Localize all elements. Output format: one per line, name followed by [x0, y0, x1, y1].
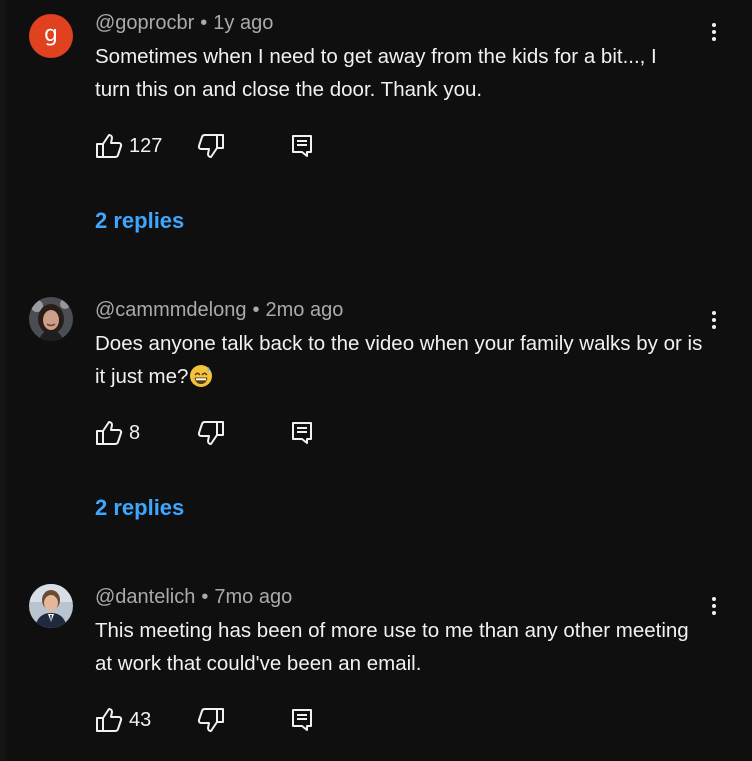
more-vert-icon[interactable] — [702, 594, 726, 622]
view-replies-button[interactable]: 2 replies — [95, 495, 184, 521]
comments-panel: g @goprocbr • 1y ago Sometimes when I need… — [0, 0, 752, 761]
comment-time[interactable]: 1y ago — [213, 12, 273, 34]
grinning-sweat-emoji — [189, 364, 213, 388]
comment-actions: 43 — [95, 705, 355, 735]
comment-time[interactable]: 7mo ago — [214, 586, 292, 608]
thumbs-up-icon — [95, 420, 123, 446]
reply-comment-icon — [290, 707, 314, 733]
like-count: 43 — [129, 708, 152, 731]
thumbs-down-icon — [197, 420, 225, 446]
comment-actions: 127 — [95, 131, 355, 161]
comment-author[interactable]: @goprocbr — [95, 12, 194, 34]
avatar[interactable]: g — [29, 14, 73, 58]
comment-actions: 8 — [95, 418, 355, 448]
comment-author[interactable]: @cammmdelong — [95, 299, 246, 321]
more-vert-icon[interactable] — [702, 20, 726, 48]
left-edge-strip — [0, 0, 6, 761]
comment-text: This meeting has been of more use to me … — [95, 619, 689, 675]
avatar[interactable] — [29, 297, 73, 341]
avatar-letter: g — [44, 22, 58, 47]
reply-button[interactable] — [290, 705, 314, 735]
comment-text: Does anyone talk back to the video when … — [95, 327, 707, 393]
like-button[interactable]: 8 — [95, 418, 140, 448]
meta-separator: • — [200, 12, 208, 34]
reply-button[interactable] — [290, 131, 314, 161]
comment-author[interactable]: @dantelich — [95, 586, 195, 608]
like-button[interactable]: 127 — [95, 131, 162, 161]
comment-time[interactable]: 2mo ago — [265, 299, 343, 321]
dislike-button[interactable] — [197, 705, 225, 735]
comment-meta: @goprocbr • 1y ago — [95, 12, 273, 35]
thumbs-up-icon — [95, 707, 123, 733]
view-replies-button[interactable]: 2 replies — [95, 208, 184, 234]
dislike-button[interactable] — [197, 418, 225, 448]
comment-meta: @cammmdelong • 2mo ago — [95, 299, 343, 322]
comment-text-content: Does anyone talk back to the video when … — [95, 332, 703, 388]
like-count: 8 — [129, 421, 141, 444]
dislike-button[interactable] — [197, 131, 225, 161]
thumbs-down-icon — [197, 707, 225, 733]
reply-comment-icon — [290, 133, 314, 159]
like-button[interactable]: 43 — [95, 705, 151, 735]
reply-comment-icon — [290, 420, 314, 446]
thumbs-up-icon — [95, 133, 123, 159]
thumbs-down-icon — [197, 133, 225, 159]
comment-meta: @dantelich • 7mo ago — [95, 586, 292, 609]
like-count: 127 — [129, 134, 163, 157]
meta-separator: • — [201, 586, 209, 608]
comment-text: Sometimes when I need to get away from t… — [95, 45, 657, 101]
meta-separator: • — [252, 299, 260, 321]
avatar[interactable] — [29, 584, 73, 628]
reply-button[interactable] — [290, 418, 314, 448]
